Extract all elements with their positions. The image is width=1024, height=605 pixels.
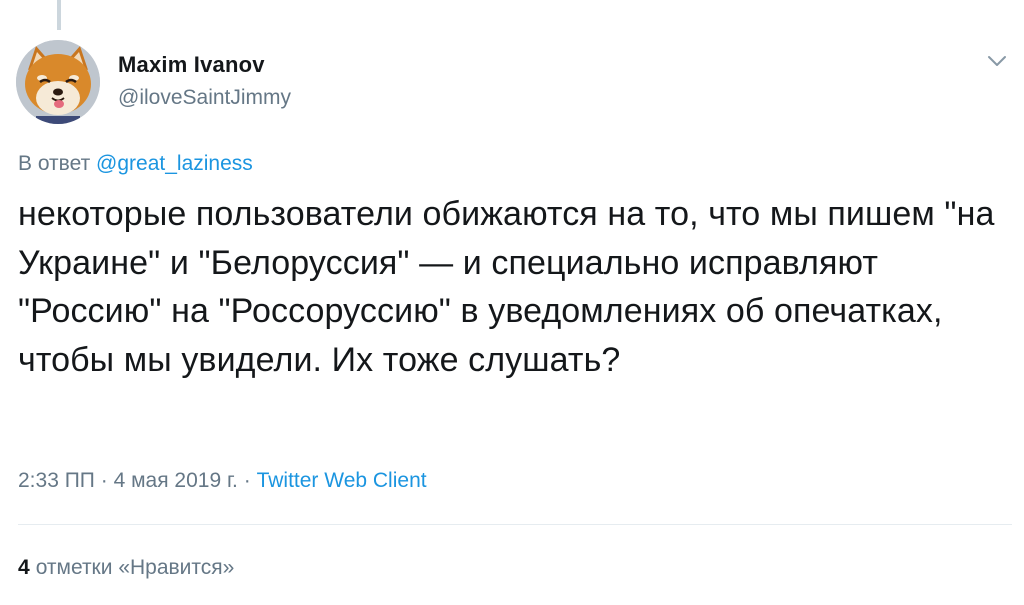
reply-prefix: В ответ — [18, 152, 91, 175]
likes-label: отметки «Нравится» — [35, 556, 235, 579]
meta-separator: · — [237, 469, 257, 492]
avatar[interactable] — [16, 40, 100, 124]
author-handle[interactable]: @iloveSaintJimmy — [118, 86, 291, 110]
likes-count: 4 — [18, 556, 30, 579]
tweet-date[interactable]: 4 мая 2019 г. — [114, 469, 238, 492]
tweet-time[interactable]: 2:33 ПП — [18, 469, 95, 492]
divider — [18, 524, 1012, 525]
tweet-source-link[interactable]: Twitter Web Client — [257, 469, 427, 492]
chevron-down-icon — [988, 56, 1006, 66]
meta-separator: · — [94, 469, 114, 492]
reply-context: В ответ @great_laziness — [18, 152, 253, 176]
author-name[interactable]: Maxim Ivanov — [118, 52, 265, 78]
tweet-menu-button[interactable] — [984, 50, 1010, 72]
tweet-metadata: 2:33 ПП · 4 мая 2019 г. · Twitter Web Cl… — [18, 469, 427, 493]
shiba-dog-avatar-icon — [16, 40, 100, 124]
reply-mention-link[interactable]: @great_laziness — [96, 152, 253, 175]
tweet-text: некоторые пользователи обижаются на то, … — [18, 195, 995, 379]
likes-link[interactable]: 4 отметки «Нравится» — [18, 556, 234, 580]
thread-connector-line — [57, 0, 61, 30]
